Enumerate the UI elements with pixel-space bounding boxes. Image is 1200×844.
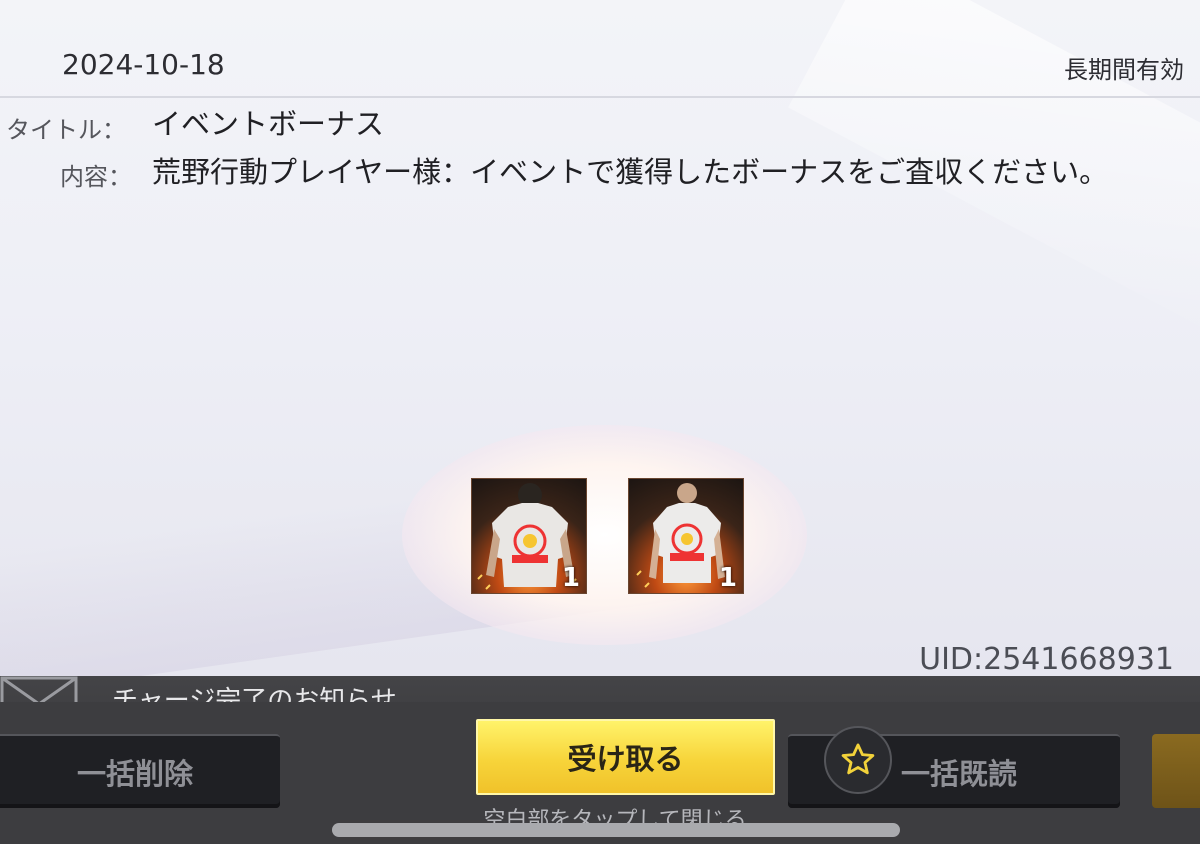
side-tab-button[interactable]: [1152, 734, 1200, 808]
reward-item[interactable]: 1: [471, 478, 587, 594]
header-divider: [0, 96, 1200, 98]
read-all-label: 一括既読: [900, 757, 1017, 791]
delete-all-button[interactable]: 一括削除: [0, 734, 280, 808]
title-label: タイトル：: [6, 116, 126, 144]
reward-quantity: 1: [718, 563, 737, 593]
mail-list-item-title: チャージ完了のお知らせ: [112, 686, 397, 702]
favorite-button[interactable]: [824, 726, 892, 794]
mail-detail-panel: 2024-10-18 長期間有効 タイトル： イベントボーナス 内容： 荒野行動…: [0, 0, 1200, 676]
receive-button[interactable]: 受け取る: [476, 719, 775, 795]
mail-title: イベントボーナス: [152, 107, 385, 141]
star-icon: [841, 743, 875, 775]
mail-date: 2024-10-18: [62, 48, 225, 81]
reward-item[interactable]: 1: [628, 478, 744, 594]
mail-list-item[interactable]: チャージ完了のお知らせ: [0, 676, 1200, 702]
home-indicator[interactable]: [332, 823, 900, 837]
reward-quantity: 1: [561, 563, 580, 593]
envelope-icon: [0, 676, 78, 702]
content-label: 内容：: [60, 163, 132, 191]
uid-label: UID:2541668931: [919, 642, 1174, 676]
reward-glow: [402, 425, 807, 645]
mail-validity: 長期間有効: [1064, 56, 1184, 84]
mail-content: 荒野行動プレイヤー様：イベントで獲得したボーナスをご査収ください。: [152, 155, 1109, 189]
